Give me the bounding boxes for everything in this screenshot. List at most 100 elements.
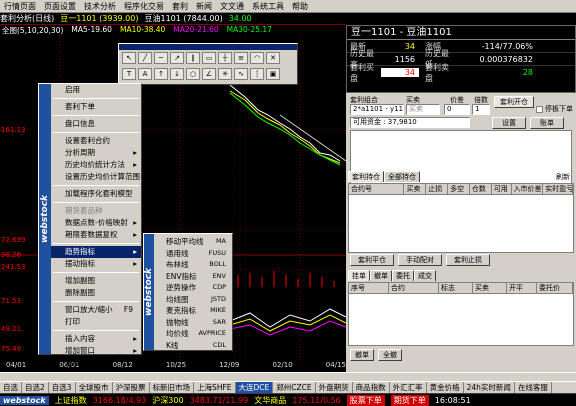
channel-tool-icon[interactable]: ∥	[186, 52, 200, 64]
context-menu-item[interactable]: 设置套利合约	[51, 135, 141, 147]
market-tab[interactable]: 在线客服	[515, 382, 552, 393]
ray-tool-icon[interactable]: ↗	[170, 52, 184, 64]
gann-tool-icon[interactable]: ✳	[218, 68, 232, 80]
stock-order-button[interactable]: 股票下单	[346, 394, 385, 406]
trend-indicator-submenu[interactable]: webstock 移动平均线 MA 通用线 FUSU 布林线 BOLL ENV指标 ENV 逆势…	[143, 233, 233, 351]
menu-item[interactable]: 文文通	[216, 0, 248, 13]
context-menu-item[interactable]: 增加窗口 ▸	[51, 345, 141, 357]
context-menu-item[interactable]: 加载程序化套利模型	[51, 188, 141, 200]
delete-tool-icon[interactable]: ✕	[266, 52, 280, 64]
context-menu-item[interactable]: 打印	[51, 316, 141, 328]
market-tab[interactable]: 全球股市	[76, 382, 113, 393]
line-tool-icon[interactable]: ╱	[138, 52, 152, 64]
circle-tool-icon[interactable]: ○	[186, 68, 200, 80]
angle-tool-icon[interactable]: ∠	[202, 68, 216, 80]
tab-all-positions[interactable]: 全部持仓	[384, 171, 420, 182]
futures-order-button[interactable]: 期货下单	[390, 394, 429, 406]
market-tab[interactable]: 黄金价格	[427, 382, 464, 393]
indicator-menu-item[interactable]: 均线图 JSTD	[154, 294, 232, 306]
market-tab[interactable]: 自选3	[49, 382, 76, 393]
context-menu-item[interactable]: 套利下单	[51, 101, 141, 113]
menu-item[interactable]: 新闻	[192, 0, 216, 13]
fibo-tool-icon[interactable]: ≡	[234, 52, 248, 64]
context-menu[interactable]: webstock 启用 套利下单 盘口信息 设置套利合约 分析周期 ▸ 历史均价统计方法 ▸ 设…	[38, 83, 142, 367]
context-menu-item[interactable]: 盘口信息	[51, 118, 141, 130]
indicator-menu-item[interactable]: 抛物线 SAR	[154, 317, 232, 329]
context-menu-item[interactable]: 启用	[51, 84, 141, 96]
market-tab[interactable]: 标新旧市场	[150, 382, 195, 393]
arc-tool-icon[interactable]: ◠	[250, 52, 264, 64]
context-menu-item[interactable]: 删除副图	[51, 287, 141, 299]
tab-pending[interactable]: 挂单	[348, 270, 370, 281]
rect-tool-icon[interactable]: ▭	[202, 52, 216, 64]
wave-tool-icon[interactable]: ∿	[234, 68, 248, 80]
context-menu-item[interactable]: 数据点数-价格映射 ▸	[51, 217, 141, 229]
indicator-menu-item[interactable]: 移动平均线 MA	[154, 236, 232, 248]
menu-item[interactable]: 程序化交易	[120, 0, 168, 13]
indicator-menu-item[interactable]: 均价线 AVPRICE	[154, 328, 232, 340]
menu-item[interactable]: 套利	[168, 0, 192, 13]
market-tab[interactable]: 24h实时新闻	[464, 382, 515, 393]
context-menu-item[interactable]: 期限套数据复权 ▸	[51, 229, 141, 241]
indicator-menu-item[interactable]: ENV指标 ENV	[154, 271, 232, 283]
price-input[interactable]: 0	[444, 104, 470, 115]
market-tab[interactable]: 大连DCE	[235, 382, 274, 393]
down-arrow-tool-icon[interactable]: ↓	[170, 68, 184, 80]
up-arrow-tool-icon[interactable]: ↑	[154, 68, 168, 80]
indicator-menu-item[interactable]: 通用线 FUSU	[154, 248, 232, 260]
menu-item[interactable]: 系统工具	[248, 0, 288, 13]
tab-arb-positions[interactable]: 套利持仓	[348, 171, 384, 182]
checkbox-box[interactable]	[536, 105, 543, 113]
context-menu-item[interactable]: 趋势指标 ▸	[51, 246, 141, 258]
menu-item[interactable]: 帮助	[288, 0, 312, 13]
text-tool-icon[interactable]: T	[122, 68, 136, 80]
context-menu-item[interactable]: 历史均价统计方法 ▸	[51, 159, 141, 171]
market-tab[interactable]: 外盘期货	[316, 382, 353, 393]
limit-order-checkbox[interactable]: 停板下单	[536, 104, 573, 114]
market-tab[interactable]: 商品指数	[353, 382, 390, 393]
cancel-order-button[interactable]: 撤单	[350, 349, 374, 361]
hline-tool-icon[interactable]: ─	[154, 52, 168, 64]
cross-tool-icon[interactable]: ┼	[218, 52, 232, 64]
menu-item[interactable]: 页面设置	[40, 0, 80, 13]
tab-cancelled[interactable]: 撤单	[370, 270, 392, 281]
side-select[interactable]: 买卖	[406, 104, 440, 115]
context-menu-item[interactable]: 期货套品种	[51, 205, 141, 217]
context-menu-item[interactable]: 插入内容 ▸	[51, 333, 141, 345]
market-tab[interactable]: 自选2	[22, 382, 49, 393]
lock-tool-icon[interactable]: ▣	[266, 68, 280, 80]
context-menu-item[interactable]: 摆动指标 ▸	[51, 258, 141, 270]
tab-fills[interactable]: 成交	[414, 270, 436, 281]
settings-button[interactable]: 设置	[492, 117, 526, 129]
arbitrage-open-button[interactable]: 套利开仓	[494, 96, 534, 108]
menu-item[interactable]: 行情页面	[0, 0, 40, 13]
manual-pair-button[interactable]: 手动配对	[398, 254, 442, 266]
context-menu-item[interactable]: 设置历史均价计算范围	[51, 171, 141, 183]
context-menu-item[interactable]: 分析周期 ▸	[51, 147, 141, 159]
orders-grid[interactable]: 序号 合约 标志 买卖 开平 委托价	[348, 282, 574, 346]
market-tab[interactable]: 外汇汇率	[390, 382, 427, 393]
indicator-menu-item[interactable]: K线 CDL	[154, 340, 232, 352]
market-tab[interactable]: 上海SHFE	[194, 382, 236, 393]
context-menu-item[interactable]: 窗口放大/缩小 F9	[51, 304, 141, 316]
menu-item[interactable]: 技术分析	[80, 0, 120, 13]
horizontal-scrollbar[interactable]	[0, 372, 576, 381]
period-tool-icon[interactable]: ┆	[250, 68, 264, 80]
indicator-menu-item[interactable]: 麦克指标 MIKE	[154, 305, 232, 317]
cancel-all-button[interactable]: 全撤	[378, 349, 402, 361]
statement-button[interactable]: 账单	[530, 117, 564, 129]
market-tab[interactable]: 沪深股票	[113, 382, 150, 393]
refresh-link[interactable]: 刷新	[556, 172, 570, 182]
context-menu-item[interactable]: 删除窗口	[51, 357, 141, 369]
indicator-menu-item[interactable]: 逆势操作 CDP	[154, 282, 232, 294]
positions-grid[interactable]: 合约号 买卖 止损 多空 仓数 可用 入市价差 实时盈亏	[348, 183, 574, 253]
context-menu-item[interactable]: 增加副图	[51, 275, 141, 287]
cursor-tool-icon[interactable]: ↖	[122, 52, 136, 64]
combo-select[interactable]: 2*a1101 - y1101	[350, 104, 404, 115]
abc-tool-icon[interactable]: A	[138, 68, 152, 80]
arb-stop-button[interactable]: 套利止损	[446, 254, 490, 266]
market-tab[interactable]: 郑州CZCE	[273, 382, 316, 393]
multiplier-input[interactable]: 1	[472, 104, 490, 115]
market-tab[interactable]: 自选	[0, 382, 22, 393]
indicator-menu-item[interactable]: 布林线 BOLL	[154, 259, 232, 271]
